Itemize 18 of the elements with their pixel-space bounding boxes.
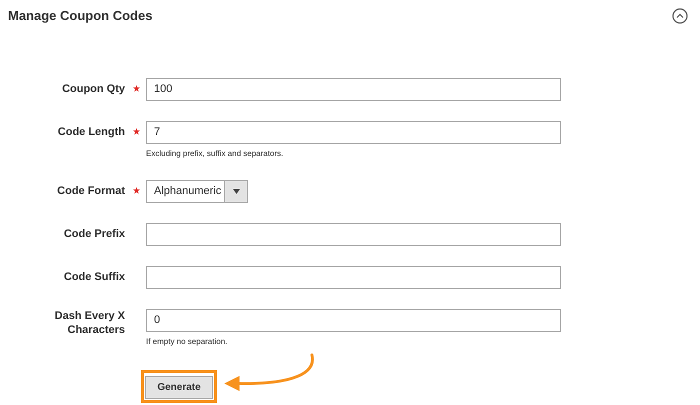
field-hint: Excluding prefix, suffix and separators. [146, 148, 284, 160]
field-label: Code Length [56, 124, 125, 138]
input-field[interactable]: 7 [146, 120, 561, 144]
dropdown[interactable]: Alphanumeric [146, 180, 248, 202]
field-label: Dash Every X Characters [54, 308, 125, 336]
caret-icon [232, 188, 240, 194]
field-hint: If empty no separation. [146, 336, 228, 348]
input-field[interactable] [146, 266, 561, 288]
field-label: Coupon Qty [61, 82, 125, 96]
section-title: Manage Coupon Codes [8, 7, 152, 25]
field-label: Code Suffix [62, 270, 125, 284]
generate-button[interactable]: Generate [145, 376, 213, 398]
collapse-icon[interactable] [672, 8, 688, 24]
input-field[interactable] [146, 222, 561, 246]
field-label: Code Prefix [62, 226, 125, 240]
input-field[interactable]: 100 [146, 78, 561, 100]
input-field[interactable]: 0 [146, 308, 561, 332]
field-label: Code Format [56, 184, 125, 198]
